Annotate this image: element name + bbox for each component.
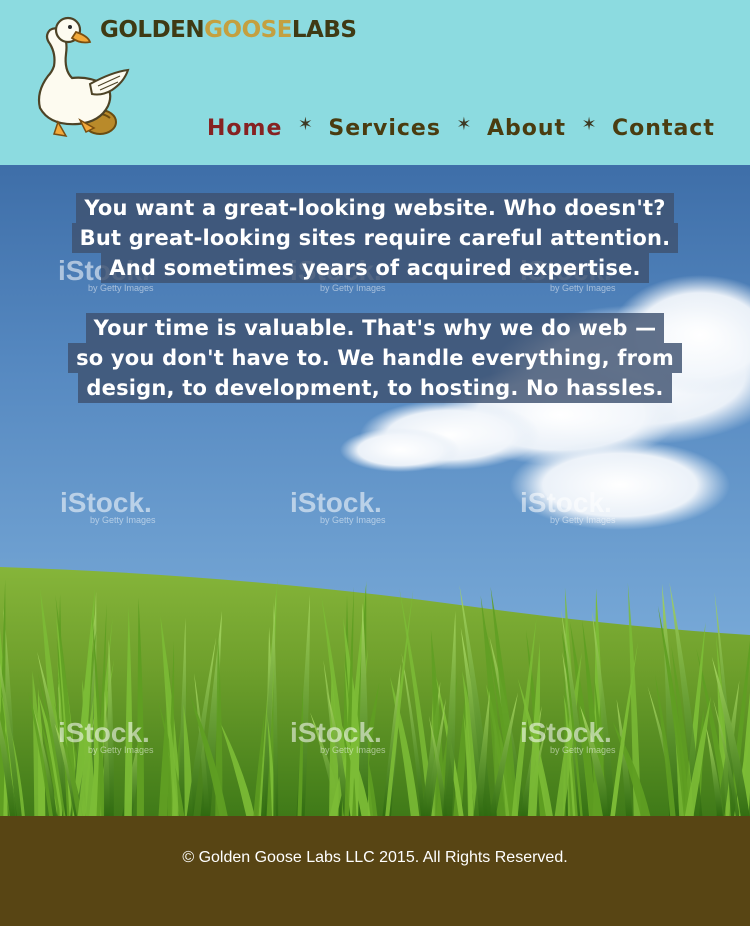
nav-item-services[interactable]: Services <box>328 116 441 141</box>
hero-line: Your time is valuable. That's why we do … <box>85 313 665 343</box>
watermark: iStock. by Getty Images <box>520 487 616 525</box>
watermark: iStock. by Getty Images <box>520 717 616 755</box>
site-header: GOLDENGOOSELABS Home ✶ Services ✶ About … <box>0 0 750 165</box>
hero-banner: iStock. by Getty Images iStock. by Getty… <box>0 165 750 816</box>
brand-word-golden: GOLDEN <box>100 17 205 43</box>
hero-text-block-1: You want a great-looking website. Who do… <box>0 193 750 283</box>
hero-line: so you don't have to. We handle everythi… <box>68 343 682 373</box>
watermark: iStock. by Getty Images <box>60 487 156 525</box>
star-separator-icon: ✶ <box>581 113 597 134</box>
nav-item-contact[interactable]: Contact <box>612 116 715 141</box>
copyright-text: © Golden Goose Labs LLC 2015. All Rights… <box>182 849 568 866</box>
site-footer: © Golden Goose Labs LLC 2015. All Rights… <box>0 816 750 926</box>
hero-line: But great-looking sites require careful … <box>71 223 679 253</box>
watermark: iStock. by Getty Images <box>290 717 386 755</box>
watermark: iStock. by Getty Images <box>58 717 154 755</box>
hero-line: And sometimes years of acquired expertis… <box>101 253 649 283</box>
star-separator-icon: ✶ <box>297 113 313 134</box>
hero-text-block-2: Your time is valuable. That's why we do … <box>0 313 750 403</box>
brand-word-goose: GOOSE <box>204 17 292 43</box>
watermark: iStock. by Getty Images <box>290 487 386 525</box>
main-nav: Home ✶ Services ✶ About ✶ Contact <box>207 112 715 144</box>
hero-line: design, to development, to hosting. No h… <box>78 373 672 403</box>
star-separator-icon: ✶ <box>456 113 472 134</box>
brand-word-labs: LABS <box>291 17 357 43</box>
nav-item-about[interactable]: About <box>487 116 566 141</box>
brand-logo-text[interactable]: GOLDENGOOSELABS <box>100 17 357 43</box>
hero-line: You want a great-looking website. Who do… <box>76 193 674 223</box>
nav-item-home[interactable]: Home <box>207 116 282 141</box>
